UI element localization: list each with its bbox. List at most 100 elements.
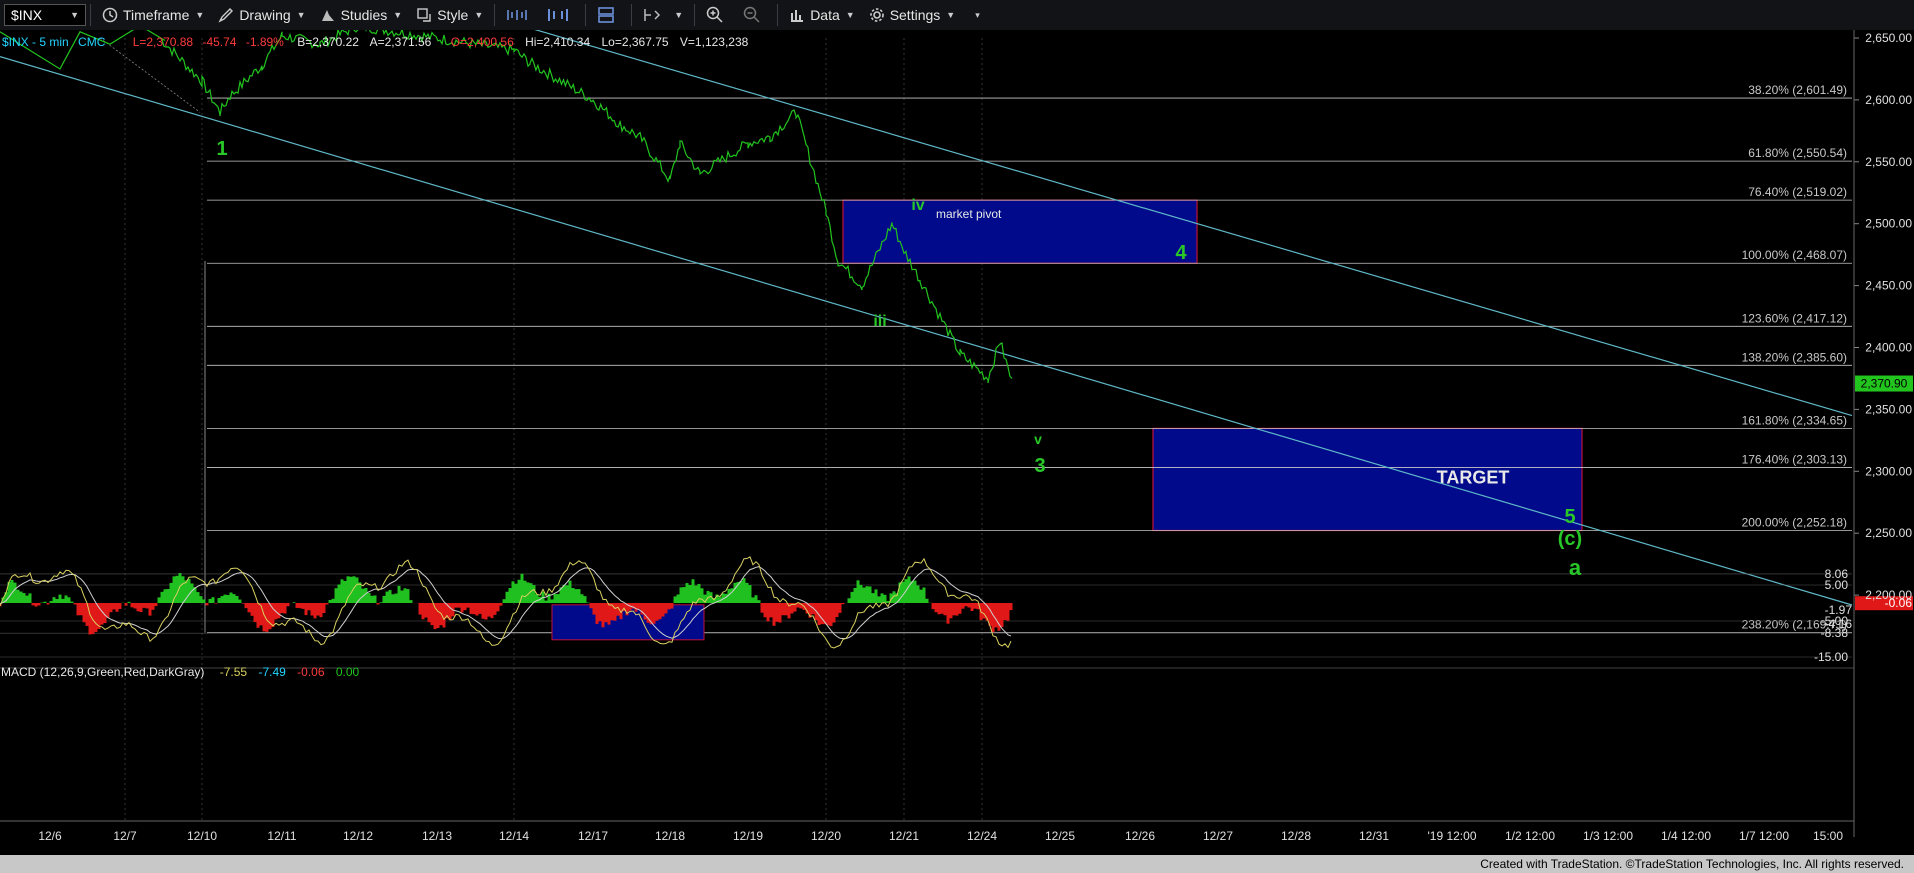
macd-tick-label: -15.00 (1814, 650, 1848, 664)
macd-current-label: -1.97 (1825, 603, 1853, 617)
fib-level-label: 176.40% (2,303.13) (1742, 452, 1847, 466)
price-tick-label: 2,250.00 (1865, 526, 1912, 540)
studies-menu[interactable]: Studies ▼ (313, 2, 410, 28)
time-tick-label: 1/2 12:00 (1505, 829, 1555, 843)
wave-label: 1 (216, 138, 227, 160)
ask-price: A=2,371.56 (370, 35, 432, 49)
drawing-label: Drawing (239, 7, 291, 23)
expand-bars-icon (548, 9, 569, 21)
price-tick-label: 2,550.00 (1865, 155, 1912, 169)
chevron-down-icon: ▼ (195, 10, 205, 20)
fib-level-label: 100.00% (2,468.07) (1742, 248, 1847, 262)
time-tick-label: '19 12:00 (1427, 829, 1476, 843)
time-tick-label: 12/25 (1045, 829, 1075, 843)
style-label: Style (437, 7, 469, 23)
timeframe-label: Timeframe (123, 7, 190, 23)
macd-header: MACD (12,26,9,Green,Red,DarkGray) -7.55 … (1, 665, 360, 679)
volume: V=1,123,238 (680, 35, 749, 49)
studies-icon (321, 10, 334, 21)
style-icon (417, 8, 431, 22)
wave-label: iii (873, 313, 886, 330)
gear-icon (869, 8, 884, 22)
chevron-down-icon: ▼ (845, 10, 855, 20)
data-icon (791, 10, 804, 22)
time-tick-label: 12/14 (499, 829, 529, 843)
layout-button[interactable] (590, 2, 627, 28)
bar-spacing-wide-button[interactable] (540, 2, 581, 28)
zoom-out-icon (743, 6, 760, 23)
toolbar-divider (90, 4, 91, 26)
clock-icon (102, 7, 118, 23)
time-tick-label: 12/28 (1281, 829, 1311, 843)
toolbar-divider (777, 4, 779, 26)
bar-spacing-button[interactable] (499, 2, 540, 28)
studies-label: Studies (340, 7, 388, 23)
time-tick-label: 12/12 (343, 829, 373, 843)
time-tick-label: 12/11 (267, 829, 296, 843)
chevron-down-icon: ▼ (474, 10, 484, 20)
footer: Created with TradeStation. ©TradeStation… (0, 855, 1914, 873)
price-chart[interactable]: market pivotTARGET 38.20% (2,601.49)61.8… (0, 30, 1914, 855)
data-menu[interactable]: Data ▼ (782, 2, 862, 28)
time-tick-label: 15:00 (1813, 829, 1843, 843)
wave-label: (c) (1558, 528, 1582, 550)
fib-level-label: 200.00% (2,252.18) (1742, 516, 1847, 530)
toolbar-divider (494, 4, 496, 26)
market-pivot-label: market pivot (936, 207, 1002, 221)
low-price: Lo=2,367.75 (602, 35, 669, 49)
last-price: L=2,370.88 (133, 35, 194, 49)
target-box (1152, 427, 1583, 532)
fib-level-label: 38.20% (2,601.49) (1748, 83, 1847, 97)
symbol-input[interactable]: $INX ▼ (4, 4, 86, 26)
style-menu[interactable]: Style ▼ (409, 2, 490, 28)
compress-bars-icon (507, 10, 528, 20)
price-tick-label: 2,450.00 (1865, 279, 1912, 293)
symbol-value: $INX (11, 7, 43, 23)
wave-label: 5 (1564, 506, 1575, 528)
macd-title: MACD (12,26,9,Green,Red,DarkGray) (1, 665, 204, 679)
time-tick-label: 12/21 (889, 829, 919, 843)
chevron-down-icon: ▼ (946, 10, 956, 20)
time-tick-label: 12/6 (38, 829, 62, 843)
price-tick-label: 2,500.00 (1865, 217, 1912, 231)
chevron-down-icon: ▼ (674, 10, 684, 20)
timeframe-menu[interactable]: Timeframe ▼ (95, 2, 211, 28)
time-tick-label: 12/27 (1203, 829, 1233, 843)
symbol-interval: $INX - 5 min (2, 35, 69, 49)
zero-value: 0.00 (336, 665, 360, 679)
zoom-in-button[interactable] (699, 2, 736, 28)
cursor-menu[interactable]: ▼ (636, 2, 690, 28)
toolbar-divider (631, 4, 633, 26)
zoom-in-icon (706, 6, 723, 23)
drawing-menu[interactable]: Drawing ▼ (211, 2, 312, 28)
chevron-down-icon: ▼ (393, 10, 403, 20)
settings-label: Settings (889, 7, 941, 23)
time-tick-label: 12/20 (811, 829, 841, 843)
wave-label: a (1569, 555, 1582, 580)
time-tick-label: 12/17 (578, 829, 608, 843)
chevron-down-icon: ▾ (975, 9, 980, 20)
settings-menu[interactable]: Settings ▼ (862, 2, 963, 28)
fib-level-label: 76.40% (2,519.02) (1748, 185, 1847, 199)
price-tick-label: 2,650.00 (1865, 31, 1912, 45)
macd-tick-label: 5.00 (1825, 578, 1849, 592)
pct-change: -1.89% (246, 35, 284, 49)
price-tick-label: 2,600.00 (1865, 93, 1912, 107)
price-tick-label: 2,400.00 (1865, 341, 1912, 355)
time-tick-label: 1/7 12:00 (1739, 829, 1789, 843)
fib-level-label: 138.20% (2,385.60) (1742, 350, 1847, 364)
time-tick-label: 1/3 12:00 (1583, 829, 1633, 843)
plot-type: CMC (78, 35, 106, 49)
bid-price: B=2,370.22 (297, 35, 359, 49)
time-tick-label: 12/7 (113, 829, 137, 843)
toolbar: $INX ▼ Timeframe ▼ Drawing ▼ Studies ▼ Styl… (0, 0, 1914, 31)
time-tick-label: 1/4 12:00 (1661, 829, 1711, 843)
fib-level-label: 61.80% (2,550.54) (1748, 146, 1847, 160)
fib-level-label: 161.80% (2,334.65) (1742, 413, 1847, 427)
layout-icon (598, 7, 615, 23)
fib-level-label: 123.60% (2,417.12) (1742, 311, 1847, 325)
cursor-icon (644, 9, 661, 21)
current-price-label: 2,370.90 (1861, 377, 1908, 391)
zoom-out-button[interactable] (736, 2, 773, 28)
more-options-button[interactable]: ▾ (962, 2, 987, 28)
